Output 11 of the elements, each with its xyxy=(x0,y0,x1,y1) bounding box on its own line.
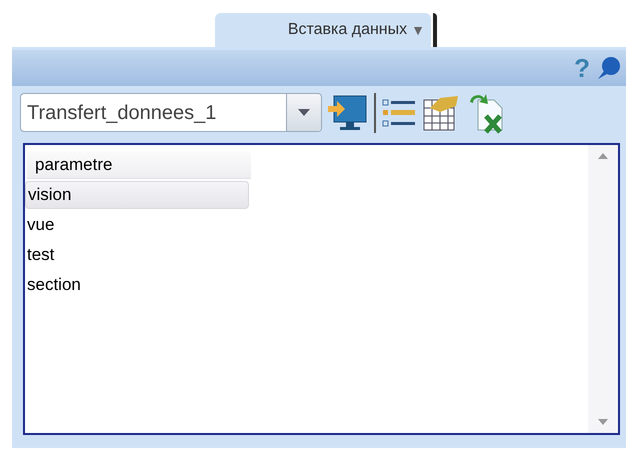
scroll-down-icon[interactable] xyxy=(598,419,608,425)
caret-icon xyxy=(298,109,310,116)
tab[interactable]: Вставка данных ▼ xyxy=(215,13,431,47)
list-item[interactable]: vision xyxy=(25,181,249,209)
scrollbar[interactable] xyxy=(588,145,618,433)
monitor-icon[interactable] xyxy=(328,94,368,132)
list-header[interactable]: parametre xyxy=(27,151,251,179)
dataset-dropdown[interactable]: Transfert_donnees_1 xyxy=(20,93,322,132)
table-icon[interactable] xyxy=(422,94,460,132)
list-icon[interactable] xyxy=(382,96,416,128)
scroll-up-icon[interactable] xyxy=(598,153,608,159)
